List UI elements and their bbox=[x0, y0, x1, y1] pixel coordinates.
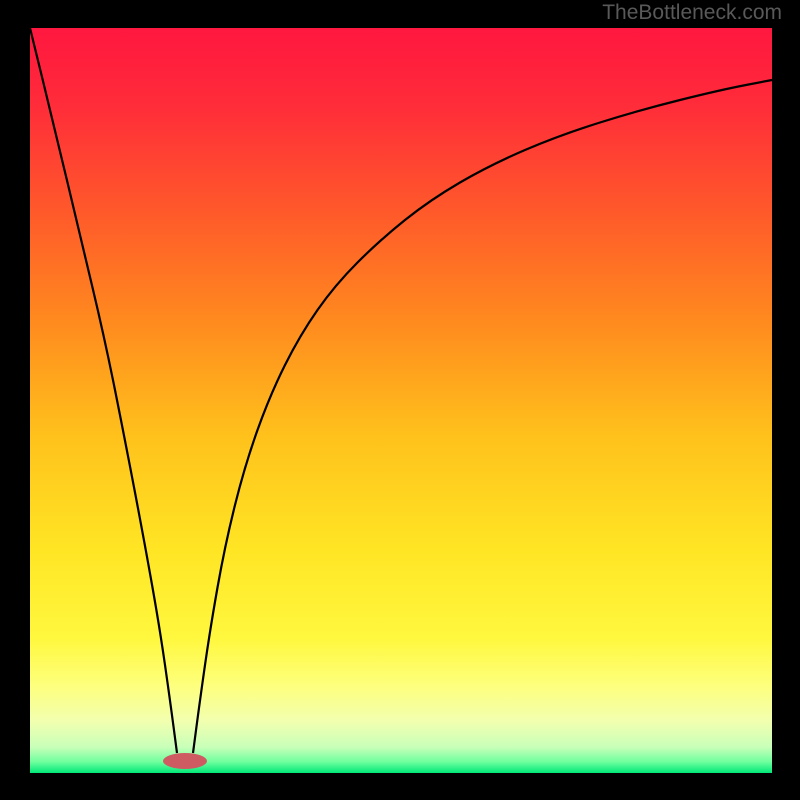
minimum-marker bbox=[163, 753, 207, 769]
attribution-text: TheBottleneck.com bbox=[602, 1, 782, 25]
bottleneck-chart bbox=[0, 0, 800, 800]
plot-background bbox=[30, 28, 772, 773]
chart-container: TheBottleneck.com bbox=[0, 0, 800, 800]
